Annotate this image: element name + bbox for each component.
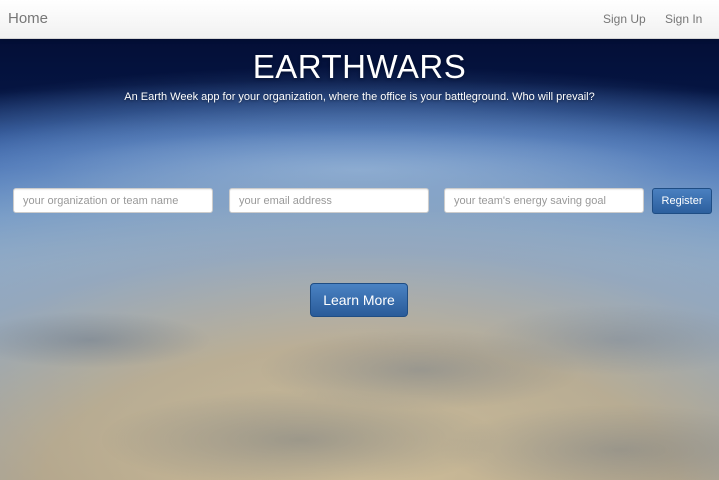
nav-sign-in-link[interactable]: Sign In [665,12,702,26]
nav-sign-up-link[interactable]: Sign Up [603,12,646,26]
energy-goal-input[interactable] [444,188,644,213]
email-input[interactable] [229,188,429,213]
page-subtitle: An Earth Week app for your organization,… [124,91,595,103]
nav-home-link[interactable]: Home [8,10,48,27]
learn-more-button[interactable]: Learn More [310,283,408,317]
register-button[interactable]: Register [652,188,712,214]
organization-name-input[interactable] [13,188,213,213]
navbar: Home Sign Up Sign In [0,0,719,39]
page-title: EARTHWARS [252,48,467,85]
terrain-overlay [0,300,719,480]
